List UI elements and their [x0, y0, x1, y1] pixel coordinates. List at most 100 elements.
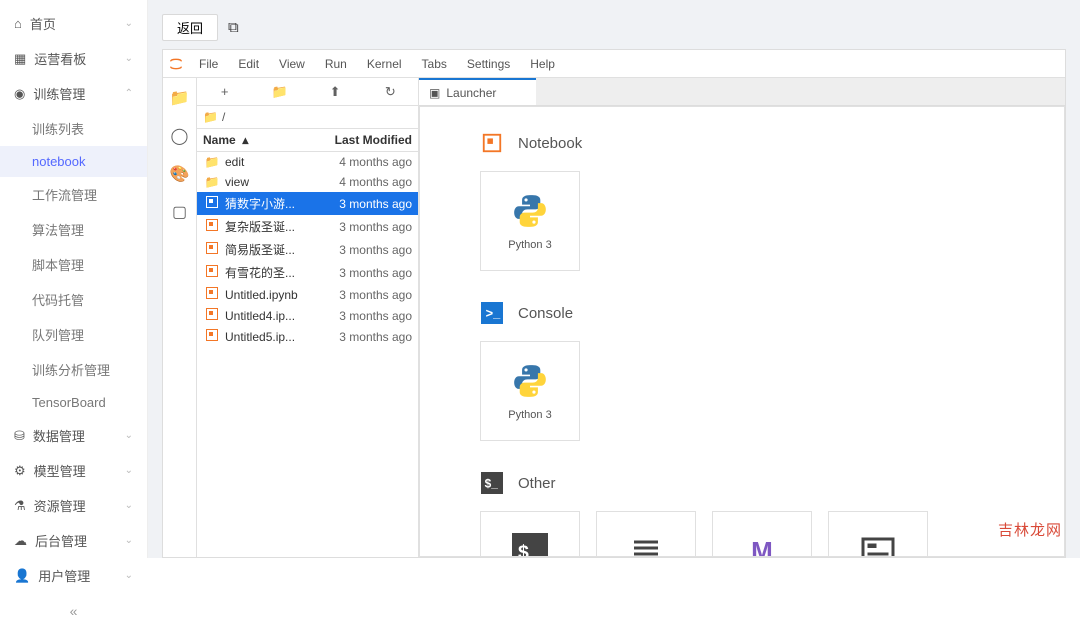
sidebar-sub-tensorboard[interactable]: TensorBoard: [0, 387, 147, 418]
collapse-sidebar-button[interactable]: «: [0, 593, 147, 629]
contextual-help-card[interactable]: Contextual Help: [828, 511, 928, 557]
back-button[interactable]: 返回: [162, 14, 218, 41]
menu-help[interactable]: Help: [520, 50, 565, 78]
dashboard-icon: ▦: [14, 51, 26, 67]
jupyter-logo-icon: [163, 56, 189, 72]
file-row[interactable]: 复杂版圣诞...3 months ago: [197, 215, 418, 238]
sidebar-sub-analysis[interactable]: 训练分析管理: [0, 352, 147, 387]
breadcrumb[interactable]: 📁 /: [197, 106, 418, 129]
file-row[interactable]: 📁 edit4 months ago: [197, 152, 418, 172]
tabs-icon[interactable]: ▢: [170, 202, 190, 222]
upload-button[interactable]: ⬆: [308, 84, 363, 100]
sidebar-sub-trainlist[interactable]: 训练列表: [0, 111, 147, 146]
svg-text:$_: $_: [518, 542, 541, 558]
activity-bar: 📁 ◯ 🎨 ▢: [163, 78, 197, 557]
file-modified: 3 months ago: [317, 197, 412, 211]
data-icon: ⛁: [14, 428, 25, 444]
sidebar-sub-workflow[interactable]: 工作流管理: [0, 177, 147, 212]
file-modified: 3 months ago: [317, 288, 412, 302]
nav-backend[interactable]: ☁后台管理⌄: [0, 523, 147, 558]
folder-icon[interactable]: 📁: [170, 88, 190, 108]
open-external-icon[interactable]: ⧉: [228, 19, 239, 36]
file-row[interactable]: 📁view4 months ago: [197, 172, 418, 192]
file-modified: 3 months ago: [317, 243, 412, 257]
menu-file[interactable]: File: [189, 50, 228, 78]
sidebar-sub-script[interactable]: 脚本管理: [0, 247, 147, 282]
section-title: Notebook: [518, 135, 582, 152]
file-row[interactable]: 有雪花的圣...3 months ago: [197, 261, 418, 284]
user-icon: 👤: [14, 568, 30, 584]
file-browser: + 📁 ⬆ ↻ 📁 / Name ▴ Last Modified 📁 edit4 …: [197, 78, 419, 557]
folder-icon: 📁: [203, 155, 221, 169]
main-content: 返回 ⧉ File Edit View Run Kernel Tabs Sett…: [148, 0, 1080, 558]
nav-train[interactable]: ◉训练管理⌃: [0, 76, 147, 111]
file-name: edit: [225, 155, 317, 169]
notebook-icon: [203, 265, 221, 280]
file-modified: 3 months ago: [317, 266, 412, 280]
sidebar-sub-queue[interactable]: 队列管理: [0, 317, 147, 352]
chevron-down-icon: ⌄: [125, 430, 133, 441]
train-icon: ◉: [14, 86, 25, 102]
svg-text:$_: $_: [485, 477, 499, 491]
running-icon[interactable]: ◯: [170, 126, 190, 146]
sidebar: ⌂首页⌄ ▦运营看板⌄ ◉训练管理⌃ 训练列表 notebook 工作流管理 算…: [0, 0, 148, 558]
menu-tabs[interactable]: Tabs: [412, 50, 457, 78]
column-modified[interactable]: Last Modified: [317, 133, 412, 147]
menu-kernel[interactable]: Kernel: [357, 50, 412, 78]
launcher-panel: ▣ Launcher Notebook: [419, 78, 1065, 557]
menu-edit[interactable]: Edit: [228, 50, 269, 78]
folder-icon: 📁: [203, 110, 218, 124]
refresh-button[interactable]: ↻: [363, 84, 418, 100]
column-name[interactable]: Name ▴: [203, 133, 317, 147]
file-modified: 3 months ago: [317, 309, 412, 323]
console-section-icon: >_: [480, 301, 504, 325]
file-name: 有雪花的圣...: [225, 264, 317, 281]
nav-home[interactable]: ⌂首页⌄: [0, 6, 147, 41]
python-icon: [510, 361, 550, 401]
notebook-icon: [203, 219, 221, 234]
other-section-icon: $_: [480, 471, 504, 495]
chevron-down-icon: ⌄: [125, 53, 133, 64]
file-row[interactable]: 猜数字小游...3 months ago: [197, 192, 418, 215]
sidebar-sub-notebook[interactable]: notebook: [0, 146, 147, 177]
file-row[interactable]: Untitled5.ip...3 months ago: [197, 326, 418, 347]
file-name: 简易版圣诞...: [225, 241, 317, 258]
file-row[interactable]: Untitled4.ip...3 months ago: [197, 305, 418, 326]
menu-run[interactable]: Run: [315, 50, 357, 78]
markdown-card[interactable]: M Markdown File: [712, 511, 812, 557]
python3-console-card[interactable]: Python 3: [480, 341, 580, 441]
nav-dashboard[interactable]: ▦运营看板⌄: [0, 41, 147, 76]
file-modified: 4 months ago: [317, 155, 412, 169]
nav-user[interactable]: 👤用户管理⌄: [0, 558, 147, 593]
file-row[interactable]: Untitled.ipynb3 months ago: [197, 284, 418, 305]
nav-data[interactable]: ⛁数据管理⌄: [0, 418, 147, 453]
file-row[interactable]: 简易版圣诞...3 months ago: [197, 238, 418, 261]
new-launcher-button[interactable]: +: [197, 84, 252, 99]
terminal-card[interactable]: $_ Terminal: [480, 511, 580, 557]
model-icon: ⚙: [14, 463, 26, 479]
commands-icon[interactable]: 🎨: [170, 164, 190, 184]
launcher-tab[interactable]: ▣ Launcher: [419, 78, 536, 105]
chevron-up-icon: ⌃: [125, 88, 133, 99]
file-name: Untitled.ipynb: [225, 288, 317, 302]
notebook-icon: [203, 329, 221, 344]
menu-view[interactable]: View: [269, 50, 315, 78]
sidebar-sub-algorithm[interactable]: 算法管理: [0, 212, 147, 247]
menu-settings[interactable]: Settings: [457, 50, 520, 78]
sidebar-sub-code[interactable]: 代码托管: [0, 282, 147, 317]
chevron-down-icon: ⌄: [125, 535, 133, 546]
notebook-section-icon: [480, 131, 504, 155]
nav-resource[interactable]: ⚗资源管理⌄: [0, 488, 147, 523]
section-title: Console: [518, 305, 573, 322]
nav-model[interactable]: ⚙模型管理⌄: [0, 453, 147, 488]
launcher-tab-icon: ▣: [429, 86, 440, 100]
chevron-down-icon: ⌄: [125, 465, 133, 476]
python3-notebook-card[interactable]: Python 3: [480, 171, 580, 271]
terminal-icon: $_: [510, 531, 550, 557]
resource-icon: ⚗: [14, 498, 26, 514]
file-name: view: [225, 175, 317, 189]
new-folder-button[interactable]: 📁: [252, 84, 307, 100]
python-icon: [510, 191, 550, 231]
folder-icon: 📁: [203, 175, 221, 189]
textfile-card[interactable]: Text File: [596, 511, 696, 557]
